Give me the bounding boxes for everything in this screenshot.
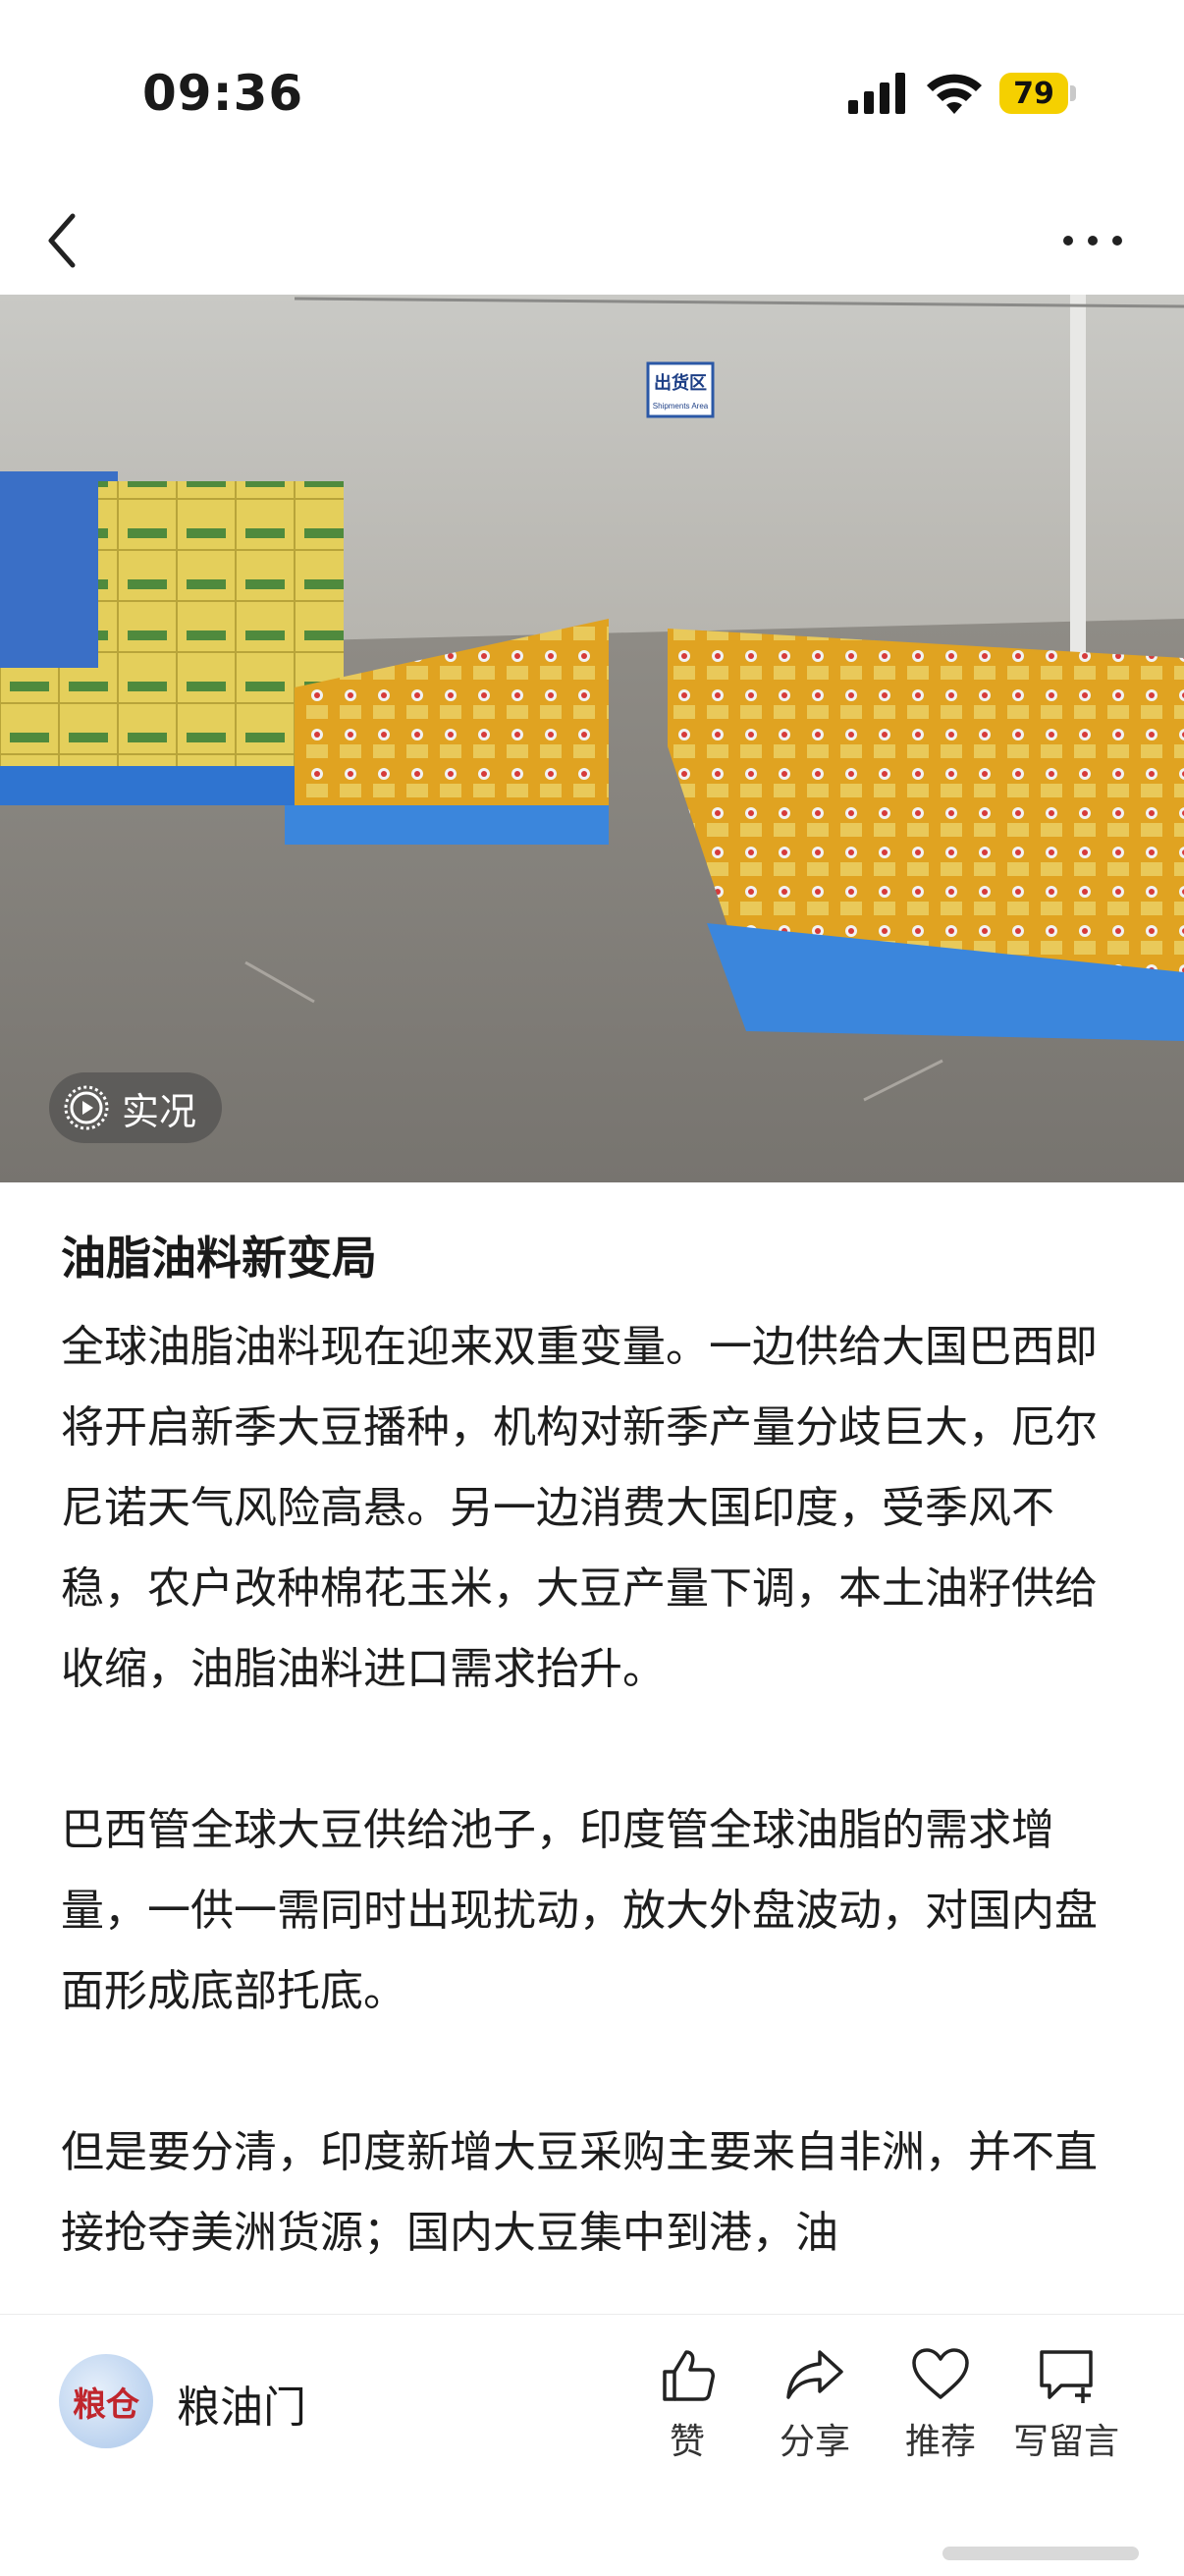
recommend-label: 推荐 [904, 2422, 976, 2462]
wifi-icon [927, 74, 982, 114]
recommend-button[interactable]: 推荐 [882, 2344, 999, 2472]
status-time: 09:36 [142, 65, 304, 122]
article-paragraph: 但是要分清，印度新增大豆采购主要来自非洲，并不直接抢夺美洲货源；国内大豆集中到港… [61, 2127, 1098, 2258]
status-bar: 09:36 79 [0, 0, 1184, 187]
article-photo[interactable]: 出货区 Shipments Area 实况 [0, 295, 1184, 1182]
heart-icon [912, 2348, 969, 2399]
chevron-left-icon[interactable] [39, 206, 88, 275]
live-photo-label: 实况 [122, 1089, 197, 1133]
top-nav-bar [0, 187, 1184, 295]
battery-tip [1070, 85, 1076, 101]
article-title: 油脂油料新变局 [61, 1232, 377, 1285]
author-avatar[interactable]: 粮仓 [59, 2354, 153, 2448]
home-indicator-icon [942, 2547, 1139, 2560]
sign-text: 出货区 [654, 372, 707, 393]
more-horizontal-icon[interactable] [1058, 216, 1127, 265]
share-label: 分享 [779, 2422, 850, 2462]
bottom-action-bar: 粮仓 粮油门 赞 分享 推荐 写留言 [0, 2314, 1184, 2576]
write-comment-button[interactable]: 写留言 [1007, 2344, 1125, 2472]
article-paragraph: 巴西管全球大豆供给池子，印度管全球油脂的需求增量，一供一需同时出现扰动，放大外盘… [61, 1805, 1098, 2016]
comment-add-icon [1040, 2350, 1093, 2403]
live-photo-badge[interactable]: 实况 [49, 1072, 223, 1143]
cellular-signal-icon [848, 73, 905, 114]
avatar-text: 粮仓 [73, 2384, 139, 2425]
share-icon [786, 2350, 843, 2399]
battery-level: 79 [999, 73, 1068, 114]
thumbs-up-icon [663, 2350, 715, 2401]
live-photo-icon [64, 1085, 109, 1130]
article-paragraph: 全球油脂油料现在迎来双重变量。一边供给大国巴西即将开启新季大豆播种，机构对新季产… [61, 1322, 1098, 1694]
battery-indicator: 79 [999, 73, 1076, 114]
author-name[interactable]: 粮油门 [177, 2372, 306, 2435]
share-button[interactable]: 分享 [756, 2344, 874, 2472]
warehouse-photo-image: 出货区 Shipments Area [0, 295, 1184, 1182]
like-label: 赞 [669, 2422, 705, 2462]
sign-subtext: Shipments Area [653, 402, 709, 411]
like-button[interactable]: 赞 [628, 2344, 746, 2472]
write-comment-label: 写留言 [1012, 2422, 1119, 2462]
article-body: 油脂油料新变局 全球油脂油料现在迎来双重变量。一边供给大国巴西即将开启新季大豆播… [61, 1223, 1131, 2354]
